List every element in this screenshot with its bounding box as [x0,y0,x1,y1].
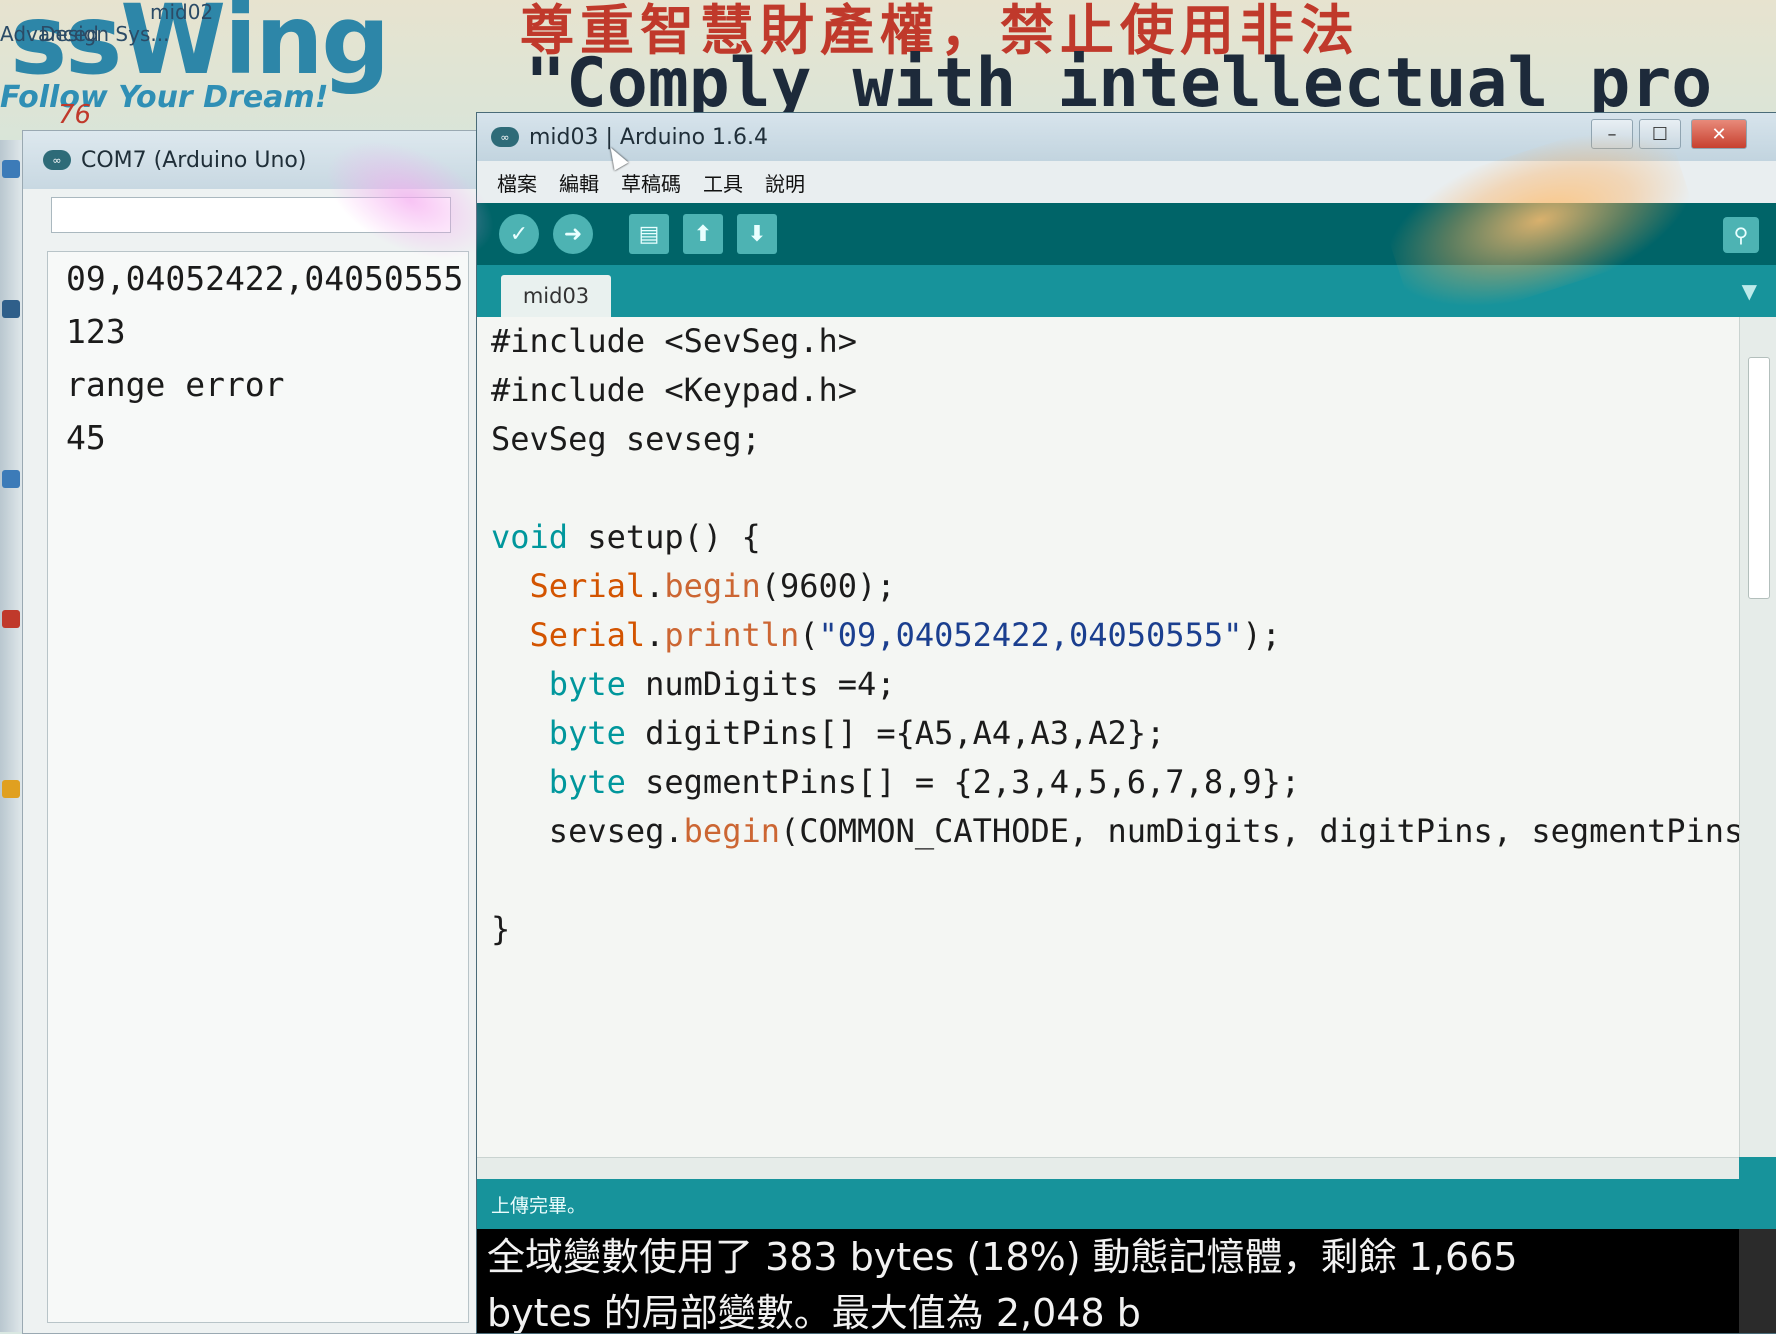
menu-sketch[interactable]: 草稿碼 [621,168,681,197]
magnifier-icon: ⚲ [1733,223,1749,247]
ide-window-title: mid03 | Arduino 1.6.4 [529,124,769,150]
ide-console[interactable]: 全域變數使用了 383 bytes (18%) 動態記憶體，剩餘 1,665 b… [477,1229,1749,1333]
verify-button[interactable]: ✓ [499,214,539,254]
tab-menu-button[interactable]: ▼ [1742,279,1757,303]
arrow-up-icon: ⬆ [693,221,713,247]
code-token: byte [548,665,626,703]
new-sketch-button[interactable]: ▤ [629,214,669,254]
code-token: println [664,616,800,654]
chevron-down-icon: ▼ [1741,279,1757,303]
wallpaper-caption-right: mid02 [150,0,214,24]
arduino-logo-icon: ∞ [43,150,71,170]
code-token: sevseg. [491,812,684,850]
code-line: #include <SevSeg.h> [477,317,1739,366]
serial-output-line: 123 [66,312,126,351]
console-line: bytes 的局部變數。最大值為 2,048 b [487,1291,1141,1333]
code-line: byte segmentPins[] = {2,3,4,5,6,7,8,9}; [477,758,1739,807]
code-token: SevSeg sevseg; [491,420,761,458]
wallpaper-badge: 76 [58,100,92,130]
status-message: 上傳完畢。 [491,1194,587,1217]
arduino-ide-window: ∞ mid03 | Arduino 1.6.4 – ☐ ✕ 檔案 編輯 草稿碼 … [476,112,1776,1334]
console-line: 全域變數使用了 383 bytes (18%) 動態記憶體，剩餘 1,665 [487,1235,1518,1279]
code-token: . [645,616,665,654]
editor-vertical-scrollbar[interactable] [1739,317,1776,1157]
code-token: digitPins[] ={A5,A4,A3,A2}; [625,714,1166,752]
code-token: ( [799,616,819,654]
check-icon: ✓ [509,221,529,247]
desktop-shortcut-icon[interactable] [2,160,20,178]
code-token: (COMMON_CATHODE, numDigits, digitPins, s… [779,812,1776,850]
open-sketch-button[interactable]: ⬆ [683,214,723,254]
wallpaper-caption-left2: Design Sys... [40,22,170,46]
code-token: Serial [529,567,646,605]
serial-output-line: 45 [66,418,106,457]
arrow-right-icon: ➜ [563,221,583,247]
code-token: Serial [529,616,646,654]
code-token: begin [683,812,780,850]
code-token: . [645,567,665,605]
code-token: byte [548,714,626,752]
code-token: begin [664,567,761,605]
code-line: } [477,905,1739,954]
code-token: setup() { [568,518,761,556]
code-line: #include <Keypad.h> [477,366,1739,415]
console-scrollbar[interactable] [1739,1229,1776,1333]
serial-output-area[interactable]: 09,04052422,04050555 123 range error 45 [47,251,469,1323]
code-token: numDigits =4; [625,665,896,703]
tab-mid03[interactable]: mid03 [501,275,611,317]
code-token: } [491,910,511,948]
code-line: void setup() { [477,513,1739,562]
desktop-shortcut-icon[interactable] [2,610,20,628]
code-token: segmentPins[] = {2,3,4,5,6,7,8,9}; [625,763,1301,801]
code-token: #include <Keypad.h> [491,371,858,409]
serial-output-line: 09,04052422,04050555 [66,259,464,298]
arrow-down-icon: ⬇ [747,221,767,247]
close-button[interactable]: ✕ [1691,119,1747,149]
code-line: SevSeg sevseg; [477,415,1739,464]
wallpaper-slogan: Follow Your Dream! [0,80,329,115]
menu-help[interactable]: 說明 [765,168,805,197]
code-token: ); [1242,616,1281,654]
desktop-left-strip [0,140,23,1332]
serial-monitor-window: ∞ COM7 (Arduino Uno) 09,04052422,0405055… [22,130,484,1334]
code-line: sevseg.begin(COMMON_CATHODE, numDigits, … [477,807,1776,856]
editor-horizontal-scrollbar[interactable] [477,1157,1739,1180]
code-token: (9600); [760,567,896,605]
serial-output-line: range error [66,365,285,404]
serial-monitor-button[interactable]: ⚲ [1723,217,1759,253]
menu-edit[interactable]: 編輯 [559,168,599,197]
save-sketch-button[interactable]: ⬇ [737,214,777,254]
desktop-shortcut-icon[interactable] [2,300,20,318]
close-icon: ✕ [1711,123,1727,145]
upload-button[interactable]: ➜ [553,214,593,254]
desktop-shortcut-icon[interactable] [2,780,20,798]
desktop-shortcut-icon[interactable] [2,470,20,488]
serial-monitor-title: COM7 (Arduino Uno) [81,147,307,173]
editor-scroll-thumb[interactable] [1748,357,1770,599]
ide-status-bar: 上傳完畢。 [477,1179,1776,1229]
document-icon: ▤ [638,221,660,247]
code-line: byte numDigits =4; [477,660,1739,709]
code-line: Serial.println("09,04052422,04050555"); [477,611,1739,660]
code-token: "09,04052422,04050555" [818,616,1243,654]
code-line: Serial.begin(9600); [477,562,1739,611]
code-line: byte digitPins[] ={A5,A4,A3,A2}; [477,709,1739,758]
code-token: byte [548,763,626,801]
code-token: void [491,518,569,556]
arduino-logo-icon: ∞ [491,127,519,147]
menu-tools[interactable]: 工具 [703,168,743,197]
code-token: #include <SevSeg.h> [491,322,858,360]
code-editor[interactable]: #include <SevSeg.h> #include <Keypad.h> Se… [477,317,1776,1157]
